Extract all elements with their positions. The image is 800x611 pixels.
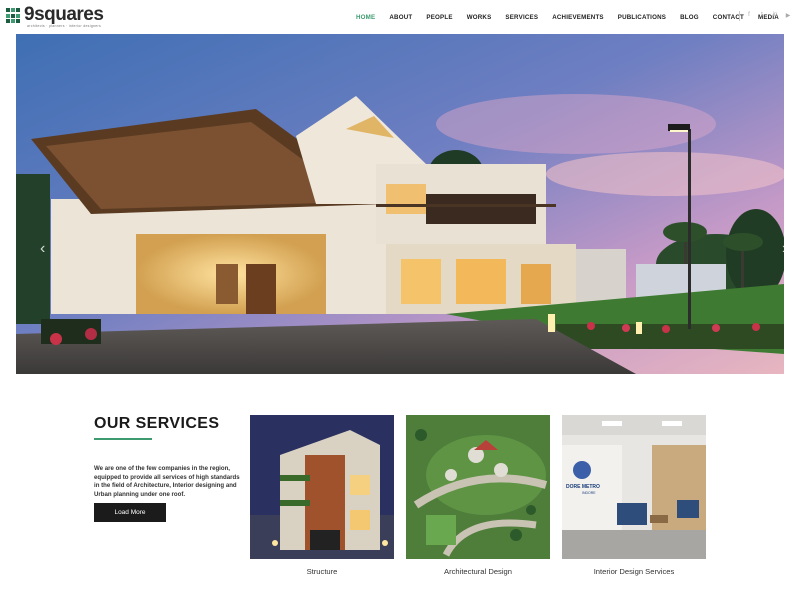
nav-divider (739, 11, 740, 21)
structure-image (250, 415, 394, 559)
slider-next-arrow[interactable]: › (782, 240, 784, 258)
social-links: f t in ▶ (746, 12, 798, 19)
architectural-design-image (406, 415, 550, 559)
logo-text: 9squares (24, 4, 104, 25)
logo-grid-icon (6, 8, 22, 24)
main-nav: HOME ABOUT PEOPLE WORKS SERVICES ACHIEVE… (356, 12, 793, 22)
service-card-architectural-design[interactable] (406, 415, 550, 559)
interior-sign-subtext: INDORE (582, 491, 596, 495)
site-header: 9squares architects · planners · interio… (0, 0, 800, 34)
youtube-icon[interactable]: ▶ (785, 12, 791, 19)
card-label-architectural-design[interactable]: Architectural Design (406, 567, 550, 576)
twitter-icon[interactable]: t (759, 12, 765, 19)
services-heading: OUR SERVICES (94, 415, 220, 432)
facebook-icon[interactable]: f (746, 12, 752, 19)
slider-prev-arrow[interactable]: ‹ (40, 240, 45, 258)
nav-achievements[interactable]: ACHIEVEMENTS (552, 14, 604, 21)
nav-publications[interactable]: PUBLICATIONS (618, 14, 666, 21)
service-card-interior-design[interactable]: DORE METRO INDORE (562, 415, 706, 559)
interior-sign-text: DORE METRO (566, 484, 600, 490)
card-label-structure[interactable]: Structure (250, 567, 394, 576)
linkedin-icon[interactable]: in (772, 12, 778, 19)
hero-slider[interactable]: ‹ › (16, 34, 784, 374)
hero-image (16, 34, 784, 374)
nav-blog[interactable]: BLOG (680, 14, 699, 21)
nav-about[interactable]: ABOUT (389, 14, 412, 21)
load-more-button[interactable]: Load More (94, 503, 166, 522)
nav-services[interactable]: SERVICES (505, 14, 538, 21)
card-label-interior-design[interactable]: Interior Design Services (562, 567, 706, 576)
nav-people[interactable]: PEOPLE (426, 14, 452, 21)
logo-tagline: architects · planners · interior designe… (27, 24, 102, 28)
nav-works[interactable]: WORKS (467, 14, 492, 21)
heading-underline (94, 438, 152, 440)
service-card-structure[interactable] (250, 415, 394, 559)
nav-home[interactable]: HOME (356, 14, 375, 21)
services-description: We are one of the few companies in the r… (94, 465, 240, 498)
logo[interactable]: 9squares architects · planners · interio… (6, 4, 104, 28)
